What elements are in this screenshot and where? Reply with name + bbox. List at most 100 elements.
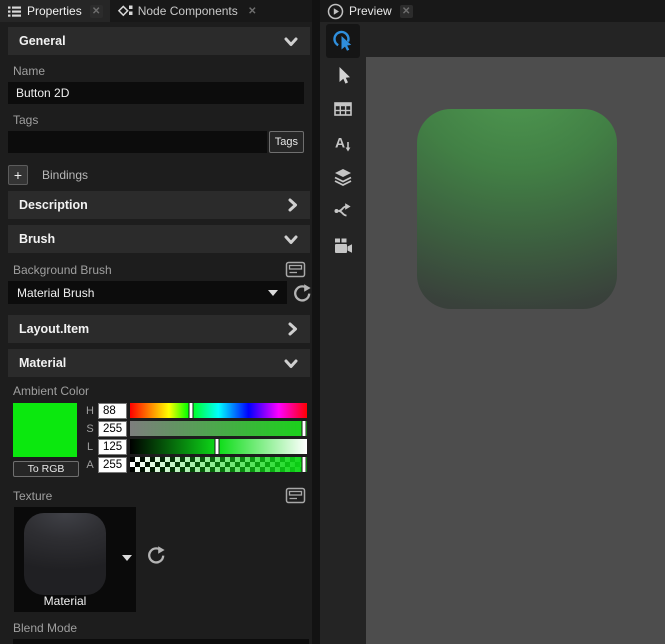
chevron-right-icon [286, 197, 299, 213]
grid-icon [333, 100, 353, 118]
revert-icon[interactable] [292, 283, 312, 303]
section-general-title: General [19, 34, 66, 48]
hue-slider[interactable] [130, 403, 307, 418]
picker-left: To RGB [13, 402, 85, 477]
play-icon [327, 3, 344, 20]
section-general[interactable]: General [8, 27, 310, 55]
close-icon[interactable]: ✕ [246, 5, 259, 18]
preview-panel: Preview ✕ [320, 0, 665, 644]
left-tabbar: Properties ✕ Node Components ✕ [0, 0, 312, 22]
section-layout-item-title: Layout.Item [19, 322, 89, 336]
data-grid-tool-button[interactable] [326, 92, 360, 126]
section-material[interactable]: Material [8, 349, 310, 377]
svg-text:A: A [335, 135, 345, 151]
text-tool-button[interactable]: A [326, 126, 360, 160]
to-rgb-button[interactable]: To RGB [13, 461, 79, 477]
chevron-down-icon [268, 290, 278, 296]
lightness-value-input[interactable] [98, 439, 127, 455]
hsla-channels: H S L [85, 402, 310, 477]
arrow-cursor-icon [333, 65, 353, 85]
tags-button[interactable]: Tags [269, 131, 304, 153]
chevron-down-icon [283, 233, 299, 246]
section-description-title: Description [19, 198, 88, 212]
chevron-down-icon [283, 357, 299, 370]
chevron-right-icon [286, 321, 299, 337]
button-2d-preview[interactable] [417, 109, 617, 309]
connections-tool-button[interactable] [326, 194, 360, 228]
blend-mode-dropdown[interactable]: Alpha: Premultiplied [13, 639, 309, 644]
bindings-row: + Bindings [8, 165, 310, 185]
texture-label: Texture [13, 489, 52, 503]
preview-toolbar: A [320, 22, 366, 644]
select-tool-button[interactable] [326, 58, 360, 92]
tab-preview[interactable]: Preview ✕ [320, 0, 420, 22]
hue-value-input[interactable] [98, 403, 127, 419]
background-brush-dropdown-row: Material Brush [8, 281, 312, 304]
close-icon[interactable]: ✕ [400, 5, 413, 18]
texture-selector[interactable]: Material [14, 507, 136, 612]
open-editor-icon[interactable] [285, 487, 306, 504]
saturation-label: S [85, 423, 95, 435]
section-brush[interactable]: Brush [8, 225, 310, 253]
tags-input[interactable] [8, 131, 267, 153]
hue-slider-handle[interactable] [189, 402, 194, 419]
properties-panel: Properties ✕ Node Components ✕ General N… [0, 0, 312, 644]
section-description[interactable]: Description [8, 191, 310, 219]
alpha-label: A [85, 459, 95, 471]
open-editor-icon[interactable] [285, 261, 306, 278]
saturation-slider[interactable] [130, 421, 307, 436]
camera-icon [333, 236, 353, 255]
saturation-slider-handle[interactable] [301, 420, 306, 437]
background-brush-dropdown[interactable]: Material Brush [8, 281, 287, 304]
preview-viewport[interactable] [366, 57, 665, 644]
tags-row: Tags [8, 131, 304, 153]
preview-tabbar: Preview ✕ [320, 0, 665, 22]
color-swatch[interactable] [13, 403, 77, 457]
lightness-slider[interactable] [130, 439, 307, 454]
app-window: Properties ✕ Node Components ✕ General N… [0, 0, 665, 644]
name-input[interactable] [8, 82, 304, 104]
component-icon [117, 3, 133, 19]
texture-row: Material [14, 507, 310, 612]
saturation-row: S [85, 420, 310, 437]
panel-splitter[interactable] [312, 0, 320, 644]
interact-cursor-icon [332, 30, 355, 53]
background-brush-row: Background Brush [13, 261, 306, 278]
section-layout-item[interactable]: Layout.Item [8, 315, 310, 343]
lightness-row: L [85, 438, 310, 455]
background-brush-label: Background Brush [13, 263, 112, 277]
name-label: Name [13, 64, 306, 78]
lightness-label: L [85, 441, 95, 453]
lightness-slider-handle[interactable] [214, 438, 219, 455]
tab-properties-label: Properties [27, 4, 82, 18]
ambient-color-picker: To RGB H S [13, 402, 310, 477]
interact-tool-button[interactable] [326, 24, 360, 58]
ambient-color-label: Ambient Color [13, 384, 306, 398]
chevron-down-icon[interactable] [122, 555, 132, 561]
properties-body: General Name Tags Tags + Bindings Descri… [0, 22, 312, 644]
layers-tool-button[interactable] [326, 160, 360, 194]
texture-label-row: Texture [13, 487, 306, 504]
tab-preview-label: Preview [349, 4, 392, 18]
background-brush-value: Material Brush [17, 286, 94, 300]
alpha-row: A [85, 456, 310, 473]
texture-name: Material [14, 594, 116, 608]
camera-tool-button[interactable] [326, 228, 360, 262]
alpha-value-input[interactable] [98, 457, 127, 473]
layers-icon [333, 167, 353, 187]
tab-properties[interactable]: Properties ✕ [0, 0, 110, 22]
add-binding-button[interactable]: + [8, 165, 28, 185]
alpha-slider-handle[interactable] [301, 456, 306, 473]
tab-node-components[interactable]: Node Components ✕ [110, 0, 266, 22]
alpha-slider[interactable] [130, 457, 307, 472]
revert-icon[interactable] [146, 545, 166, 565]
tags-label: Tags [13, 113, 306, 127]
close-icon[interactable]: ✕ [90, 5, 103, 18]
chevron-down-icon [283, 35, 299, 48]
preview-body: A [320, 22, 665, 644]
tab-node-components-label: Node Components [138, 4, 238, 18]
hue-label: H [85, 405, 95, 417]
hue-row: H [85, 402, 310, 419]
blend-mode-label: Blend Mode [13, 621, 306, 635]
saturation-value-input[interactable] [98, 421, 127, 437]
